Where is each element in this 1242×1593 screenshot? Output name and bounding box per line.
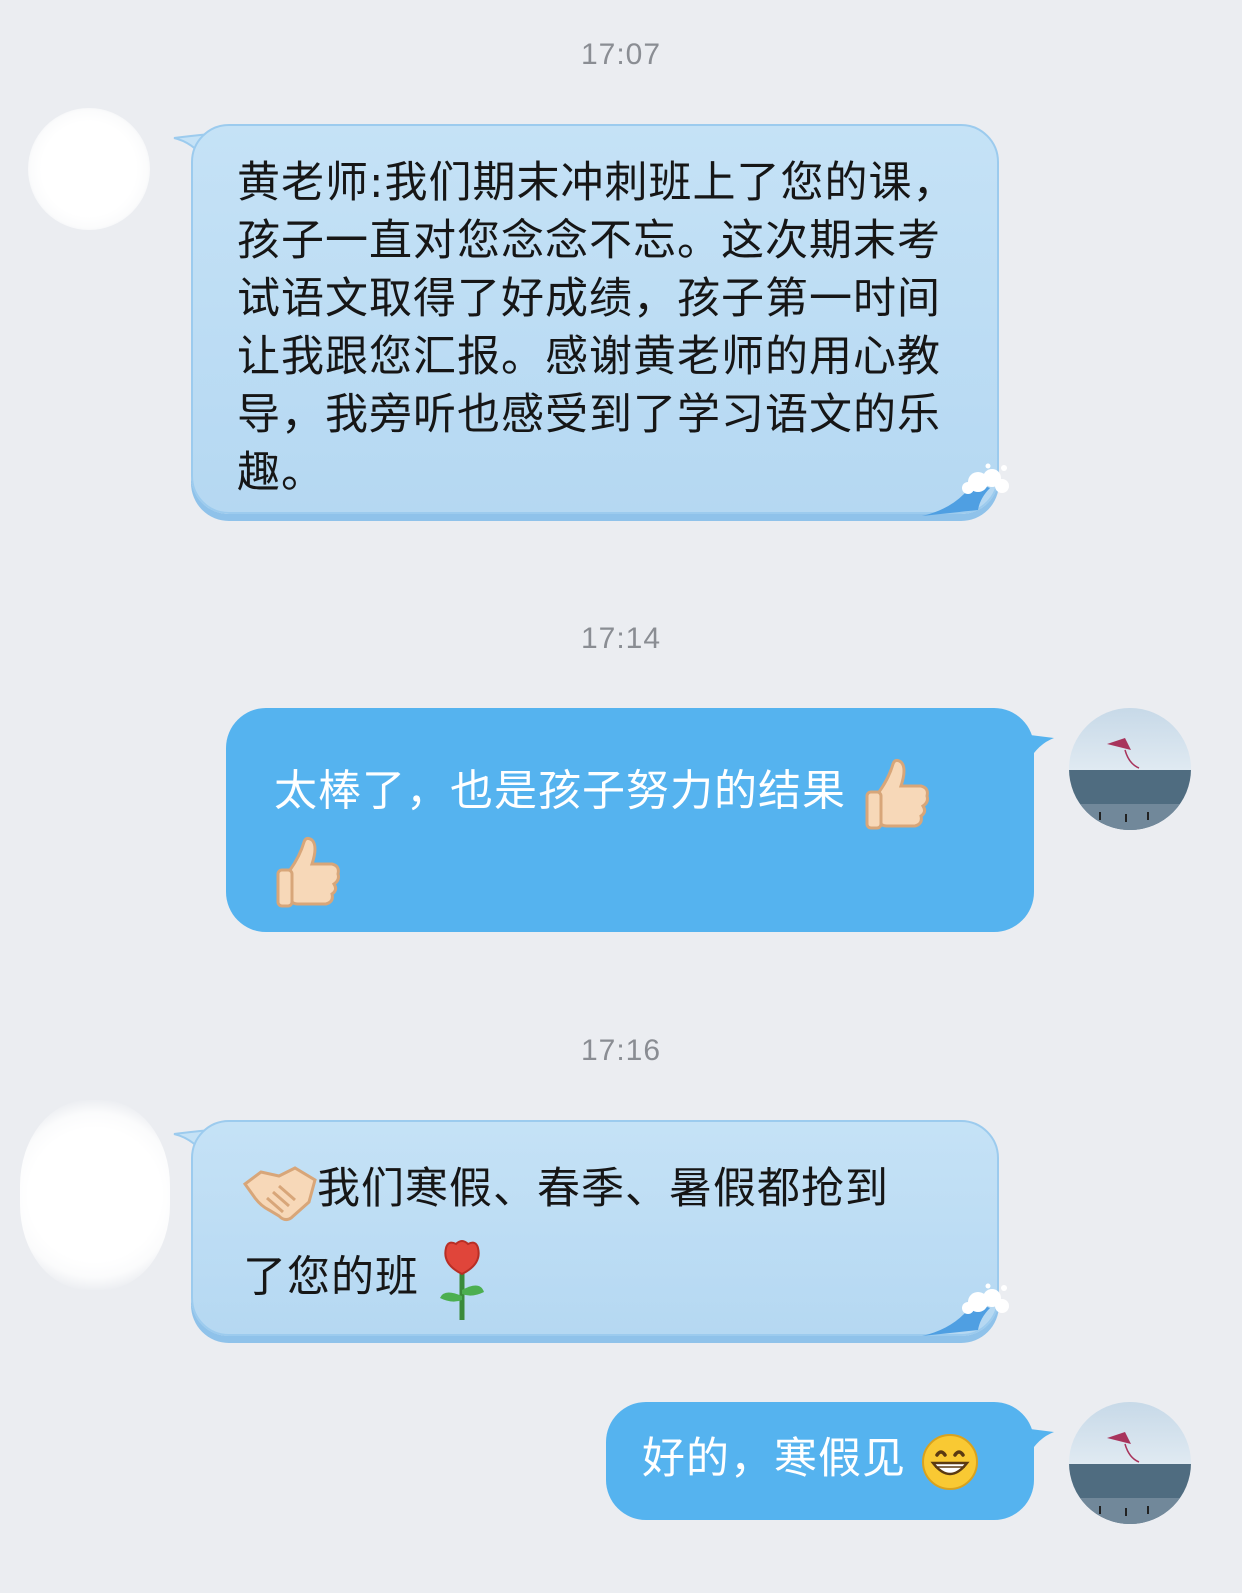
wave-decoration-icon xyxy=(922,463,1009,516)
user-avatar[interactable] xyxy=(1069,708,1191,830)
timestamp: 17:16 xyxy=(580,1034,662,1067)
rose-icon xyxy=(439,1240,484,1320)
message-bubble-incoming[interactable]: 黄老师:我们期末冲刺班上了您的课，孩子一直对您念念不忘。这次期末考试语文取得了好… xyxy=(191,124,999,514)
contact-avatar[interactable] xyxy=(28,108,150,230)
message-bubble-outgoing[interactable]: 太棒了，也是孩子努力的结果 xyxy=(226,708,1034,932)
handshake-icon xyxy=(243,1165,317,1221)
message-text: 我们寒假、春季、暑假都抢到 xyxy=(317,1164,889,1214)
thumbs-up-icon xyxy=(276,836,340,908)
message-text: 好的，寒假见 xyxy=(642,1434,906,1484)
message-text: 太棒了，也是孩子努力的结果 xyxy=(274,766,846,817)
message-text: 黄老师:我们期末冲刺班上了您的课，孩子一直对您念念不忘。这次期末考试语文取得了好… xyxy=(237,158,957,498)
grinning-face-icon xyxy=(921,1433,978,1490)
message-line: 了您的班 xyxy=(243,1238,967,1322)
message-line: 我们寒假、春季、暑假都抢到 xyxy=(243,1160,967,1230)
contact-avatar[interactable] xyxy=(20,1100,170,1290)
message-bubble-incoming[interactable]: 我们寒假、春季、暑假都抢到 了您的班 xyxy=(191,1120,999,1336)
message-text: 了您的班 xyxy=(243,1252,419,1303)
wave-decoration-icon xyxy=(922,1283,1009,1336)
timestamp: 17:14 xyxy=(580,622,662,655)
thumbs-up-icon xyxy=(865,758,929,830)
message-bubble-outgoing[interactable]: 好的，寒假见 xyxy=(606,1402,1034,1520)
user-avatar[interactable] xyxy=(1069,1402,1191,1524)
timestamp: 17:07 xyxy=(580,38,662,71)
